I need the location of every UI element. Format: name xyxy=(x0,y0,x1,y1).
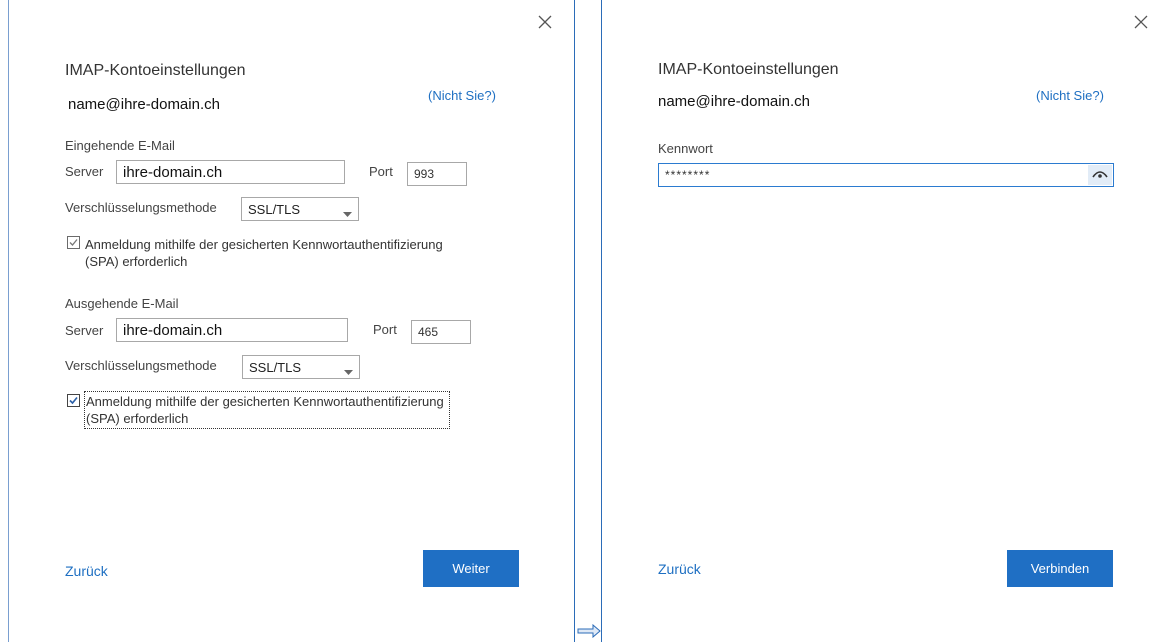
incoming-port-input[interactable] xyxy=(407,162,467,186)
back-link[interactable]: Zurück xyxy=(65,563,108,579)
incoming-spa-label: Anmeldung mithilfe der gesicherten Kennw… xyxy=(85,237,443,269)
account-email: name@ihre-domain.ch xyxy=(68,96,220,113)
checkmark-icon xyxy=(69,396,78,405)
dialog-title: IMAP-Kontoeinstellungen xyxy=(658,61,839,78)
outgoing-spa-checkbox[interactable] xyxy=(67,394,80,407)
imap-settings-dialog-left: IMAP-Kontoeinstellungen name@ihre-domain… xyxy=(8,0,575,642)
incoming-encryption-value: SSL/TLS xyxy=(248,202,301,217)
next-button[interactable]: Weiter xyxy=(423,550,519,587)
close-icon[interactable] xyxy=(1133,14,1153,34)
imap-settings-dialog-right: IMAP-Kontoeinstellungen name@ihre-domain… xyxy=(601,0,1160,642)
incoming-server-input[interactable] xyxy=(116,160,345,184)
outgoing-encryption-select[interactable]: SSL/TLS xyxy=(242,355,360,379)
chevron-down-icon xyxy=(344,364,353,379)
back-link[interactable]: Zurück xyxy=(658,561,701,577)
not-you-link[interactable]: (Nicht Sie?) xyxy=(1036,88,1104,103)
not-you-link[interactable]: (Nicht Sie?) xyxy=(428,88,496,103)
arrow-right-icon xyxy=(577,623,601,639)
outgoing-server-label: Server xyxy=(65,323,104,338)
outgoing-encryption-value: SSL/TLS xyxy=(249,360,302,375)
dialog-title: IMAP-Kontoeinstellungen xyxy=(65,62,246,79)
incoming-server-label: Server xyxy=(65,164,104,179)
outgoing-server-input[interactable] xyxy=(116,318,348,342)
connect-button[interactable]: Verbinden xyxy=(1007,550,1113,587)
account-email: name@ihre-domain.ch xyxy=(658,93,810,110)
chevron-down-icon xyxy=(343,206,352,221)
outgoing-encryption-label: Verschlüsselungsmethode xyxy=(65,358,217,373)
close-icon[interactable] xyxy=(537,14,557,34)
incoming-encryption-label: Verschlüsselungsmethode xyxy=(65,200,217,215)
outgoing-port-label: Port xyxy=(373,322,397,337)
incoming-port-label: Port xyxy=(369,164,393,179)
outgoing-port-input[interactable] xyxy=(411,320,471,344)
password-label: Kennwort xyxy=(658,141,713,156)
outgoing-mail-section: Ausgehende E-Mail xyxy=(65,296,179,311)
incoming-spa-checkbox[interactable] xyxy=(67,236,80,249)
incoming-encryption-select[interactable]: SSL/TLS xyxy=(241,197,359,221)
eye-icon[interactable] xyxy=(1088,165,1112,185)
checkmark-icon xyxy=(69,239,78,246)
password-input[interactable] xyxy=(658,163,1114,187)
outgoing-spa-label: Anmeldung mithilfe der gesicherten Kennw… xyxy=(84,391,450,429)
incoming-mail-section: Eingehende E-Mail xyxy=(65,138,175,153)
